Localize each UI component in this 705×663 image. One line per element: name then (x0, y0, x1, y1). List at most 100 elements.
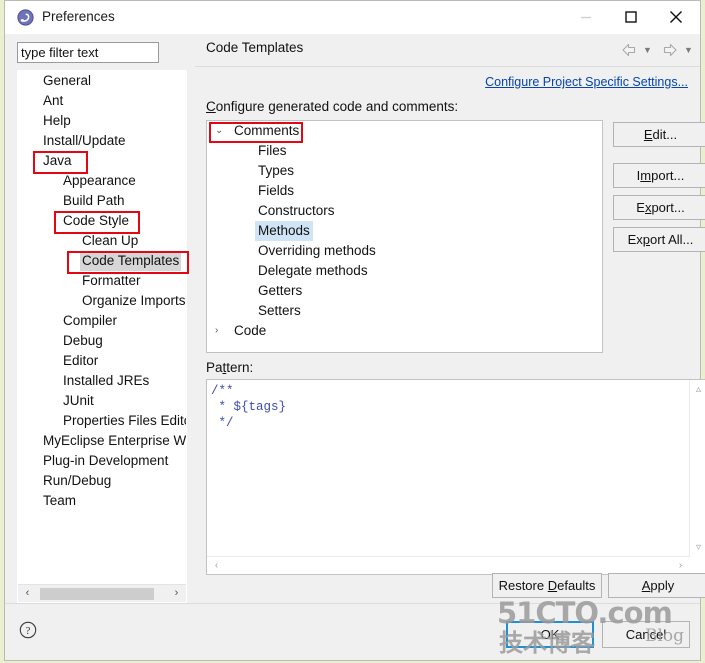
ok-button[interactable]: OK (506, 621, 594, 648)
sidebar-item-code-style[interactable]: Code Style (18, 211, 186, 231)
template-item-label: Setters (258, 303, 301, 318)
sidebar-item-label: JUnit (63, 393, 94, 408)
chevron-down-icon[interactable]: ⌄ (215, 121, 228, 141)
apply-post: pply (650, 578, 675, 593)
template-item-constructors[interactable]: Constructors (207, 201, 602, 221)
page-title: Code Templates (206, 40, 304, 55)
forward-chevron-down-icon[interactable]: ▼ (682, 41, 695, 59)
sidebar-item-label: Editor (63, 353, 99, 368)
cancel-button[interactable]: Cancel (602, 621, 690, 648)
scroll-down-icon[interactable]: ▿ (690, 539, 705, 556)
pattern-vertical-scrollbar[interactable]: ▵ ▿ (689, 380, 705, 557)
filter-input[interactable] (17, 42, 159, 63)
sidebar-item-label: Compiler (63, 313, 118, 328)
scroll-thumb[interactable] (40, 588, 154, 600)
template-item-code[interactable]: › Code (207, 321, 602, 341)
sidebar-item-label: Code Templates (80, 251, 182, 271)
restore-pre: Restore (498, 578, 548, 593)
scroll-up-icon[interactable]: ▵ (690, 381, 705, 398)
sidebar-item-clean-up[interactable]: Clean Up (18, 231, 186, 251)
sidebar-item-label: General (43, 73, 92, 88)
scroll-right-icon[interactable]: › (168, 585, 185, 602)
sidebar-item-install-update[interactable]: Install/Update (18, 131, 186, 151)
pattern-label-pre: Pa (206, 360, 223, 375)
restore-defaults-button[interactable]: Restore Defaults (492, 573, 602, 598)
apply-button[interactable]: Apply (608, 573, 705, 598)
sidebar-item-myeclipse-enterprise-wor[interactable]: MyEclipse Enterprise Wor (18, 431, 186, 451)
help-question-icon[interactable]: ? (19, 621, 37, 639)
export-button[interactable]: Export... (613, 195, 705, 220)
sidebar-item-plug-in-development[interactable]: Plug-in Development (18, 451, 186, 471)
forward-arrow-icon[interactable] (661, 41, 679, 59)
sidebar-item-label: Installed JREs (63, 373, 150, 388)
sidebar-item-build-path[interactable]: Build Path (18, 191, 186, 211)
content-header: Code Templates ▼ ▼ (195, 34, 700, 67)
sidebar-item-general[interactable]: General (18, 71, 186, 91)
sidebar-tree[interactable]: General Ant Help Install/Update Java Appearan… (18, 71, 186, 584)
sidebar-item-junit[interactable]: JUnit (18, 391, 186, 411)
sidebar-item-team[interactable]: Team (18, 491, 186, 511)
scroll-left-icon[interactable]: ‹ (19, 585, 36, 602)
template-item-files[interactable]: Files (207, 141, 602, 161)
sidebar-item-ant[interactable]: Ant (18, 91, 186, 111)
template-item-types[interactable]: Types (207, 161, 602, 181)
sidebar-item-appearance[interactable]: Appearance (18, 171, 186, 191)
sidebar-item-code-templates[interactable]: Code Templates (18, 251, 186, 271)
template-item-getters[interactable]: Getters (207, 281, 602, 301)
template-item-delegate-methods[interactable]: Delegate methods (207, 261, 602, 281)
pattern-horizontal-scrollbar[interactable]: ‹ › (207, 556, 690, 574)
sidebar-item-help[interactable]: Help (18, 111, 186, 131)
template-item-comments[interactable]: ⌄ Comments (207, 121, 602, 141)
back-arrow-icon[interactable] (620, 41, 638, 59)
sidebar-item-run-debug[interactable]: Run/Debug (18, 471, 186, 491)
svg-text:?: ? (26, 625, 31, 637)
sidebar-tree-container: General Ant Help Install/Update Java Appearan… (17, 70, 187, 603)
template-item-label: Fields (258, 183, 295, 198)
template-item-label: Code (234, 323, 267, 338)
sidebar-item-label: Plug-in Development (43, 453, 169, 468)
edit-rest: dit... (652, 127, 678, 142)
sidebar-item-java[interactable]: Java (18, 151, 186, 171)
dialog-body: General Ant Help Install/Update Java Appearan… (5, 34, 705, 660)
template-item-overriding-methods[interactable]: Overriding methods (207, 241, 602, 261)
sidebar-item-installed-jres[interactable]: Installed JREs (18, 371, 186, 391)
close-icon[interactable] (653, 1, 698, 33)
screen: Preferences GeneralAntHelpInstall/Updat (0, 0, 705, 663)
sidebar-item-compiler[interactable]: Compiler (18, 311, 186, 331)
sidebar-horizontal-scrollbar[interactable]: ‹ › (18, 584, 186, 602)
configure-label: Configure generated code and comments: (206, 99, 458, 114)
configure-project-specific-settings-link[interactable]: Configure Project Specific Settings... (485, 75, 688, 89)
sidebar-item-organize-imports[interactable]: Organize Imports (18, 291, 186, 311)
edit-button[interactable]: Edit... (613, 122, 705, 147)
pattern-label: Pattern: (206, 360, 253, 375)
template-item-label: Methods (255, 221, 313, 241)
sidebar-item-editor[interactable]: Editor (18, 351, 186, 371)
chevron-right-icon[interactable]: › (215, 321, 228, 341)
template-item-label: Overriding methods (258, 243, 376, 258)
export-rest: port... (651, 200, 685, 215)
sidebar-item-formatter[interactable]: Formatter (18, 271, 186, 291)
sidebar-item-label: Properties Files Editor (63, 413, 186, 428)
title-bar: Preferences (5, 1, 700, 34)
back-chevron-down-icon[interactable]: ▼ (641, 41, 654, 59)
export-pre: E (636, 200, 645, 215)
pattern-text: /** * ${tags} */ (211, 384, 287, 430)
scroll-right-icon[interactable]: › (672, 557, 689, 574)
code-templates-tree[interactable]: ⌄ Comments Files Types Fields Constructors Met… (206, 120, 603, 353)
sidebar-item-debug[interactable]: Debug (18, 331, 186, 351)
template-item-methods[interactable]: Methods (207, 221, 602, 241)
maximize-icon[interactable] (608, 1, 653, 33)
minimize-icon[interactable] (563, 1, 608, 33)
template-item-fields[interactable]: Fields (207, 181, 602, 201)
template-item-label: Constructors (258, 203, 335, 218)
restore-mnemonic: D (547, 578, 558, 593)
import-button[interactable]: Import... (613, 163, 705, 188)
export-all-button[interactable]: Export All... (613, 227, 705, 252)
configure-label-rest: onfigure generated code and comments: (215, 99, 459, 114)
window-title: Preferences (42, 9, 115, 24)
sidebar-item-properties-files-editor[interactable]: Properties Files Editor (18, 411, 186, 431)
pattern-textarea[interactable]: /** * ${tags} */ ▵ ▿ ‹ › (206, 379, 705, 575)
template-item-setters[interactable]: Setters (207, 301, 602, 321)
scroll-left-icon[interactable]: ‹ (208, 557, 225, 574)
sidebar-item-label: Java (43, 153, 72, 168)
